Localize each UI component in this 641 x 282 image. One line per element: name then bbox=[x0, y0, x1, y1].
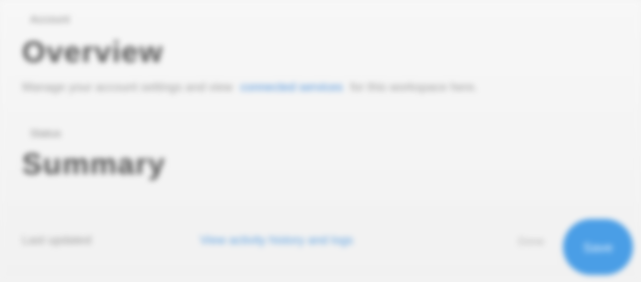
connected-services-link[interactable]: connected services bbox=[240, 80, 343, 94]
description-prefix: Manage your account settings and view bbox=[22, 80, 233, 94]
section-a-label: Account bbox=[30, 14, 70, 26]
save-button[interactable]: Save bbox=[563, 219, 633, 275]
settings-panel: Account Overview Manage your account set… bbox=[0, 0, 641, 282]
section-a-heading: Overview bbox=[22, 36, 164, 69]
footer-badge: Done bbox=[518, 236, 545, 248]
description-suffix: for this workspace here. bbox=[350, 80, 478, 94]
section-b-heading: Summary bbox=[22, 148, 166, 181]
activity-history-link[interactable]: View activity history and logs bbox=[200, 233, 353, 247]
section-b-label: Status bbox=[30, 128, 62, 140]
section-a-description: Manage your account settings and view co… bbox=[22, 80, 542, 94]
footer-left-text: Last updated bbox=[22, 233, 92, 247]
